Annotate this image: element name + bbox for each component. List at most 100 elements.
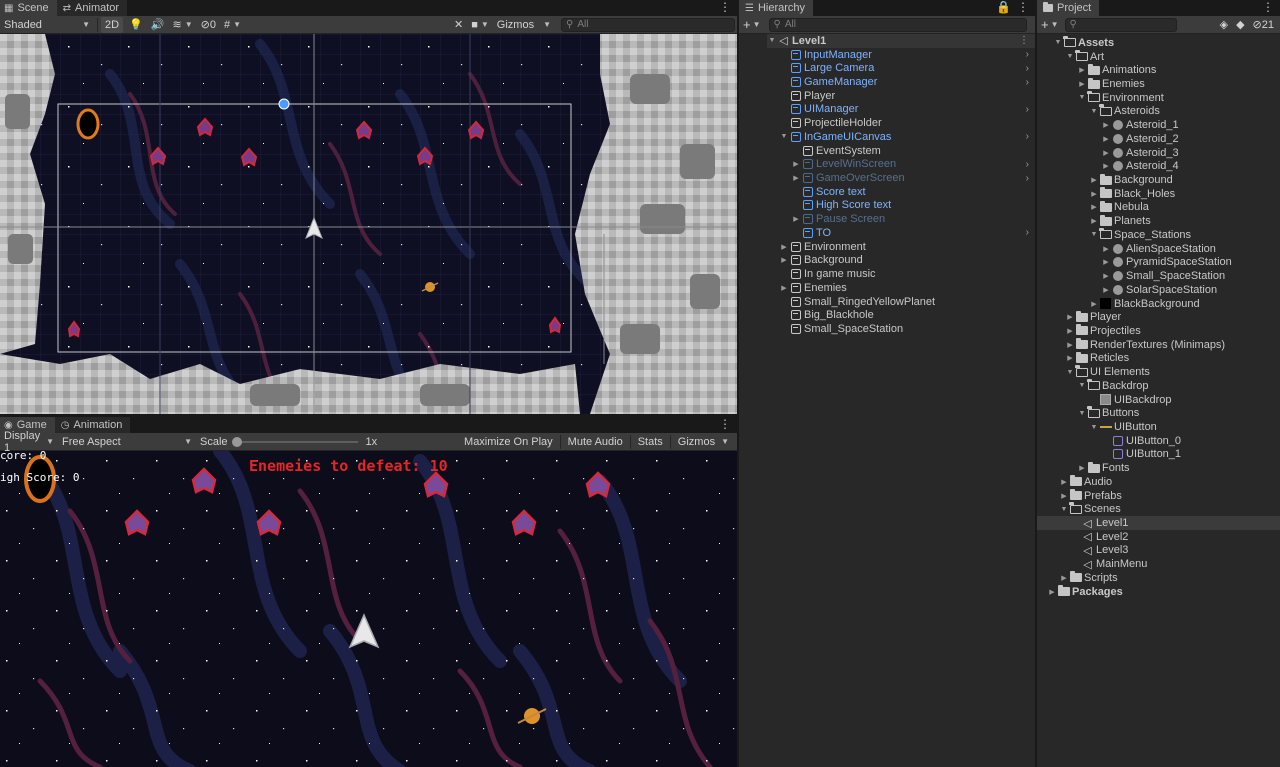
- chevron-right-icon[interactable]: ▶: [1077, 66, 1087, 74]
- lock-icon[interactable]: 🔒: [996, 1, 1011, 13]
- project-item-enemies[interactable]: ▶ Enemies: [1037, 77, 1280, 91]
- project-create-dropdown[interactable]: + ▼: [1037, 17, 1063, 33]
- chevron-down-icon[interactable]: ▼: [779, 133, 789, 140]
- hierarchy-item-in-game-music[interactable]: In game music: [779, 267, 1035, 281]
- chevron-right-icon[interactable]: ▶: [791, 160, 801, 168]
- effects-dropdown[interactable]: ≋ ▼: [168, 17, 196, 33]
- project-item-asteroid-3[interactable]: ▶ Asteroid_3: [1037, 146, 1280, 160]
- project-item-player[interactable]: ▶ Player: [1037, 310, 1280, 324]
- chevron-right-icon[interactable]: ›: [1026, 173, 1029, 184]
- scene-search-input[interactable]: ⚲ All: [561, 17, 735, 32]
- project-item-black-holes[interactable]: ▶ Black_Holes: [1037, 187, 1280, 201]
- project-item-asteroid-4[interactable]: ▶ Asteroid_4: [1037, 159, 1280, 173]
- chevron-right-icon[interactable]: ▶: [1059, 574, 1069, 582]
- display-dropdown[interactable]: Display 1 ▼: [0, 430, 58, 454]
- hierarchy-item-to[interactable]: TO ›: [791, 226, 1035, 240]
- kebab-menu-icon[interactable]: ⋮: [1262, 1, 1274, 13]
- project-item-planets[interactable]: ▶ Planets: [1037, 214, 1280, 228]
- kebab-menu-icon[interactable]: ⋮: [719, 418, 731, 430]
- project-item-mainmenu[interactable]: ◁ MainMenu: [1037, 557, 1280, 571]
- project-item-animations[interactable]: ▶ Animations: [1037, 63, 1280, 77]
- chevron-right-icon[interactable]: ▶: [791, 215, 801, 223]
- hierarchy-item-eventsystem[interactable]: EventSystem: [791, 144, 1035, 158]
- project-item-asteroids[interactable]: ▼ Asteroids: [1037, 104, 1280, 119]
- gizmos-dropdown[interactable]: Gizmos ▼: [492, 16, 555, 33]
- filter-type-button[interactable]: ◈: [1216, 17, 1232, 33]
- hierarchy-item-inputmanager[interactable]: InputManager ›: [779, 48, 1035, 62]
- project-item-pyramidspacestation[interactable]: ▶ PyramidSpaceStation: [1037, 256, 1280, 270]
- project-item-reticles[interactable]: ▶ Reticles: [1037, 351, 1280, 366]
- project-item-space-stations[interactable]: ▼ Space_Stations: [1037, 227, 1280, 242]
- chevron-right-icon[interactable]: ▶: [1089, 190, 1099, 198]
- kebab-menu-icon[interactable]: ⋮: [1019, 35, 1029, 46]
- tab-animator[interactable]: ⇄ Animator: [56, 0, 128, 16]
- chevron-right-icon[interactable]: ▶: [1101, 149, 1111, 157]
- mute-audio-toggle[interactable]: Mute Audio: [564, 434, 627, 450]
- gizmo-handle[interactable]: [278, 98, 290, 110]
- hierarchy-item-level1[interactable]: ▼ ◁ Level1 ⋮: [767, 34, 1035, 48]
- project-item-packages[interactable]: ▶ Packages: [1037, 585, 1280, 599]
- project-item-level2[interactable]: ◁ Level2: [1037, 530, 1280, 544]
- chevron-right-icon[interactable]: ▶: [1089, 203, 1099, 211]
- camera-dropdown[interactable]: ■ ▼: [467, 17, 493, 33]
- project-item-environment[interactable]: ▼ Environment: [1037, 90, 1280, 105]
- audio-toggle[interactable]: 🔊: [147, 17, 169, 33]
- chevron-right-icon[interactable]: ›: [1026, 159, 1029, 170]
- hierarchy-item-pause-screen[interactable]: ▶ Pause Screen: [791, 212, 1035, 226]
- chevron-right-icon[interactable]: ▶: [1101, 135, 1111, 143]
- tab-hierarchy[interactable]: ☰ Hierarchy: [739, 0, 814, 16]
- project-item-art[interactable]: ▼ Art: [1037, 49, 1280, 64]
- hierarchy-item-environment[interactable]: ▶ Environment: [779, 240, 1035, 254]
- hierarchy-item-uimanager[interactable]: UIManager ›: [779, 103, 1035, 117]
- project-item-asteroid-2[interactable]: ▶ Asteroid_2: [1037, 132, 1280, 146]
- project-item-small-spacestation[interactable]: ▶ Small_SpaceStation: [1037, 269, 1280, 283]
- stats-toggle[interactable]: Stats: [634, 434, 667, 450]
- hierarchy-search-input[interactable]: ⚲ All: [768, 17, 1027, 32]
- chevron-down-icon[interactable]: ▼: [1065, 53, 1075, 60]
- hierarchy-item-large-camera[interactable]: Large Camera ›: [779, 61, 1035, 75]
- project-item-fonts[interactable]: ▶ Fonts: [1037, 461, 1280, 475]
- visibility-toggle[interactable]: ⊘ 0: [197, 17, 220, 33]
- kebab-menu-icon[interactable]: ⋮: [719, 1, 731, 13]
- chevron-right-icon[interactable]: ▶: [1059, 492, 1069, 500]
- scale-slider[interactable]: [231, 435, 360, 449]
- project-item-uibutton-0[interactable]: UIButton_0: [1037, 434, 1280, 448]
- chevron-right-icon[interactable]: ▶: [1101, 121, 1111, 129]
- chevron-right-icon[interactable]: ▶: [1089, 176, 1099, 184]
- project-item-nebula[interactable]: ▶ Nebula: [1037, 200, 1280, 215]
- chevron-right-icon[interactable]: ▶: [1065, 327, 1075, 335]
- project-item-ui-elements[interactable]: ▼ UI Elements: [1037, 365, 1280, 379]
- project-search-input[interactable]: ⚲: [1064, 17, 1177, 32]
- chevron-right-icon[interactable]: ▶: [1101, 286, 1111, 294]
- lighting-toggle[interactable]: 💡: [125, 17, 147, 33]
- project-item-uibutton-1[interactable]: UIButton_1: [1037, 448, 1280, 462]
- chevron-right-icon[interactable]: ›: [1026, 131, 1029, 142]
- project-item-assets[interactable]: ▼ Assets: [1037, 35, 1280, 50]
- game-canvas[interactable]: [0, 451, 737, 767]
- project-item-backdrop[interactable]: ▼ Backdrop: [1037, 378, 1280, 393]
- chevron-down-icon[interactable]: ▼: [767, 37, 777, 44]
- tab-scene[interactable]: ▦ Scene: [0, 0, 57, 16]
- chevron-right-icon[interactable]: ▶: [1059, 478, 1069, 486]
- chevron-right-icon[interactable]: ▶: [1077, 464, 1087, 472]
- project-item-alienspacestation[interactable]: ▶ AlienSpaceStation: [1037, 242, 1280, 256]
- hierarchy-item-high-score-text[interactable]: High Score text: [791, 199, 1035, 213]
- shading-mode-dropdown[interactable]: Shaded ▼: [0, 17, 94, 33]
- aspect-dropdown[interactable]: Free Aspect ▼: [58, 434, 196, 450]
- chevron-down-icon[interactable]: ▼: [1077, 410, 1087, 417]
- chevron-right-icon[interactable]: ›: [1026, 63, 1029, 74]
- project-item-buttons[interactable]: ▼ Buttons: [1037, 406, 1280, 420]
- chevron-right-icon[interactable]: ›: [1026, 49, 1029, 60]
- scene-canvas[interactable]: [0, 34, 737, 414]
- scale-slider-thumb[interactable]: [231, 436, 242, 447]
- filter-label-button[interactable]: ◆: [1232, 17, 1248, 33]
- chevron-right-icon[interactable]: ›: [1026, 77, 1029, 88]
- chevron-down-icon[interactable]: ▼: [1089, 231, 1099, 238]
- hierarchy-item-big-blackhole[interactable]: Big_Blackhole: [779, 308, 1035, 322]
- chevron-right-icon[interactable]: ›: [1026, 227, 1029, 238]
- chevron-right-icon[interactable]: ▶: [1089, 217, 1099, 225]
- maximize-on-play-toggle[interactable]: Maximize On Play: [460, 434, 557, 450]
- grid-dropdown[interactable]: # ▼: [220, 17, 245, 33]
- project-item-projectiles[interactable]: ▶ Projectiles: [1037, 324, 1280, 338]
- project-item-background[interactable]: ▶ Background: [1037, 173, 1280, 187]
